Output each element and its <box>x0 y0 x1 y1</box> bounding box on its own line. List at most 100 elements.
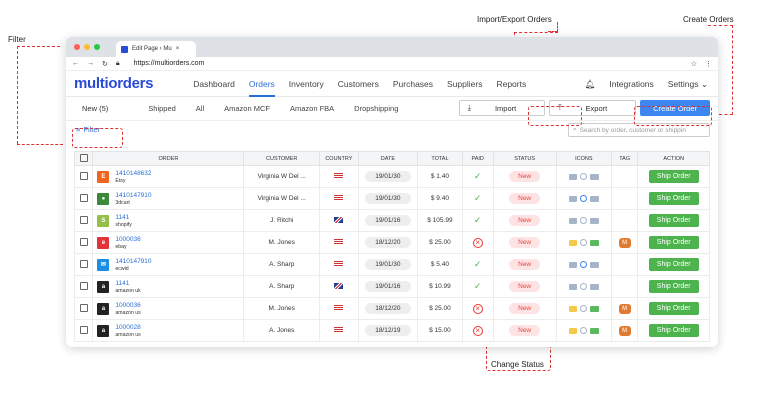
note-icon[interactable] <box>568 305 577 312</box>
tag-badge[interactable]: M <box>618 237 631 248</box>
tab-shipped[interactable]: Shipped <box>148 104 176 113</box>
clock-icon[interactable] <box>579 173 587 180</box>
note-icon[interactable] <box>568 239 577 246</box>
star-icon[interactable]: ☆ <box>691 60 697 68</box>
truck-icon[interactable] <box>589 195 599 202</box>
table-row[interactable]: ✉ 1410147910 ecwid A. Sharp 19/01/30 $ 5.4… <box>73 253 710 276</box>
nav-dashboard[interactable]: Dashboard <box>193 71 235 97</box>
close-tab-icon[interactable]: × <box>176 46 180 52</box>
order-id-link[interactable]: 1000036 <box>115 236 140 243</box>
status-badge[interactable]: New <box>509 281 541 292</box>
tab-amazon-fba[interactable]: Amazon FBA <box>290 104 334 113</box>
clock-icon[interactable] <box>579 327 587 334</box>
truck-icon[interactable] <box>589 217 599 224</box>
truck-icon[interactable] <box>589 327 599 334</box>
clock-icon[interactable] <box>579 217 587 224</box>
status-badge[interactable]: New <box>509 171 541 182</box>
header-date[interactable]: DATE <box>357 151 418 166</box>
back-icon[interactable]: ← <box>72 60 79 67</box>
order-id-link[interactable]: 1141 <box>115 280 140 287</box>
clock-icon[interactable] <box>579 305 587 312</box>
order-id-link[interactable]: 1000028 <box>115 324 140 331</box>
tab-all[interactable]: All <box>196 104 204 113</box>
select-all-checkbox[interactable] <box>79 153 88 162</box>
header-status[interactable]: STATUS <box>492 151 557 166</box>
status-badge[interactable]: New <box>509 215 541 226</box>
row-checkbox[interactable] <box>79 215 88 224</box>
row-checkbox[interactable] <box>79 171 88 180</box>
ship-order-button[interactable]: Ship Order <box>648 258 699 271</box>
table-row[interactable]: a 1000036 amazon us M. Jones 18/12/20 $ 25… <box>73 297 710 320</box>
table-row[interactable]: ● 1410147910 3dcart Virginia W Del ... 19/… <box>73 187 710 210</box>
truck-icon[interactable] <box>589 283 599 290</box>
menu-icon[interactable]: ⋮ <box>705 60 712 68</box>
tag-badge[interactable]: M <box>618 303 631 314</box>
note-icon[interactable] <box>568 261 577 268</box>
header-total[interactable]: TOTAL <box>416 151 463 166</box>
status-badge[interactable]: New <box>509 237 541 248</box>
clock-icon[interactable] <box>579 261 587 268</box>
truck-icon[interactable] <box>589 305 599 312</box>
truck-icon[interactable] <box>589 261 599 268</box>
order-id-link[interactable]: 1000036 <box>115 302 140 309</box>
bell-icon[interactable]: 🔔︎ <box>585 79 596 90</box>
browser-tab[interactable]: Edit Page ‹ Mu × <box>116 41 196 57</box>
close-dot[interactable] <box>74 44 80 50</box>
header-country[interactable]: COUNTRY <box>318 151 359 166</box>
status-badge[interactable]: New <box>509 259 541 270</box>
tab-amazon-mcf[interactable]: Amazon MCF <box>224 104 270 113</box>
status-badge[interactable]: New <box>509 193 541 204</box>
note-icon[interactable] <box>568 173 577 180</box>
ship-order-button[interactable]: Ship Order <box>648 324 699 337</box>
status-badge[interactable]: New <box>509 325 541 336</box>
note-icon[interactable] <box>568 283 577 290</box>
header-paid[interactable]: PAID <box>461 151 494 166</box>
table-row[interactable]: a 1000028 amazon us A. Jones 18/12/19 $ 15… <box>73 319 710 342</box>
note-icon[interactable] <box>568 195 577 202</box>
table-row[interactable]: E 1410148632 Etsy Virginia W Del ... 19/01… <box>73 165 710 188</box>
order-id-link[interactable]: 1410148632 <box>115 170 151 177</box>
row-checkbox[interactable] <box>79 259 88 268</box>
order-id-link[interactable]: 1410147910 <box>115 258 151 265</box>
nav-purchases[interactable]: Purchases <box>393 71 433 97</box>
row-checkbox[interactable] <box>79 237 88 246</box>
truck-icon[interactable] <box>589 239 599 246</box>
nav-integrations[interactable]: Integrations <box>609 79 653 89</box>
nav-suppliers[interactable]: Suppliers <box>447 71 482 97</box>
ship-order-button[interactable]: Ship Order <box>648 280 699 293</box>
reload-icon[interactable]: ↻ <box>102 60 108 68</box>
status-badge[interactable]: New <box>509 303 541 314</box>
header-customer[interactable]: CUSTOMER <box>243 151 320 166</box>
order-id-link[interactable]: 1141 <box>115 214 131 221</box>
table-row[interactable]: a 1141 amazon uk A. Sharp 19/01/16 $ 10.99… <box>73 275 710 298</box>
order-id-link[interactable]: 1410147910 <box>115 192 151 199</box>
nav-settings[interactable]: Settings ⌄ <box>668 79 708 90</box>
clock-icon[interactable] <box>579 195 587 202</box>
nav-reports[interactable]: Reports <box>496 71 526 97</box>
url-field[interactable]: https://multiorders.com <box>134 60 205 67</box>
nav-inventory[interactable]: Inventory <box>289 71 324 97</box>
note-icon[interactable] <box>568 327 577 334</box>
row-checkbox[interactable] <box>79 303 88 312</box>
row-checkbox[interactable] <box>79 325 88 334</box>
nav-customers[interactable]: Customers <box>338 71 379 97</box>
tag-badge[interactable]: M <box>618 325 631 336</box>
clock-icon[interactable] <box>579 239 587 246</box>
tab-dropshipping[interactable]: Dropshipping <box>354 104 398 113</box>
row-checkbox[interactable] <box>79 281 88 290</box>
ship-order-button[interactable]: Ship Order <box>648 302 699 315</box>
nav-orders[interactable]: Orders <box>248 71 275 97</box>
maximize-dot[interactable] <box>94 44 100 50</box>
forward-icon[interactable]: → <box>87 60 94 67</box>
table-row[interactable]: S 1141 shopify J. Ritchi 19/01/16 $ 105.99… <box>73 209 710 232</box>
truck-icon[interactable] <box>589 173 599 180</box>
header-order[interactable]: ORDER <box>92 151 245 166</box>
table-row[interactable]: e 1000036 ebay M. Jones 18/12/20 $ 25.00 ×… <box>73 231 710 254</box>
minimize-dot[interactable] <box>84 44 90 50</box>
ship-order-button[interactable]: Ship Order <box>648 214 699 227</box>
ship-order-button[interactable]: Ship Order <box>648 170 699 183</box>
ship-order-button[interactable]: Ship Order <box>648 192 699 205</box>
note-icon[interactable] <box>568 217 577 224</box>
clock-icon[interactable] <box>579 283 587 290</box>
ship-order-button[interactable]: Ship Order <box>648 236 699 249</box>
